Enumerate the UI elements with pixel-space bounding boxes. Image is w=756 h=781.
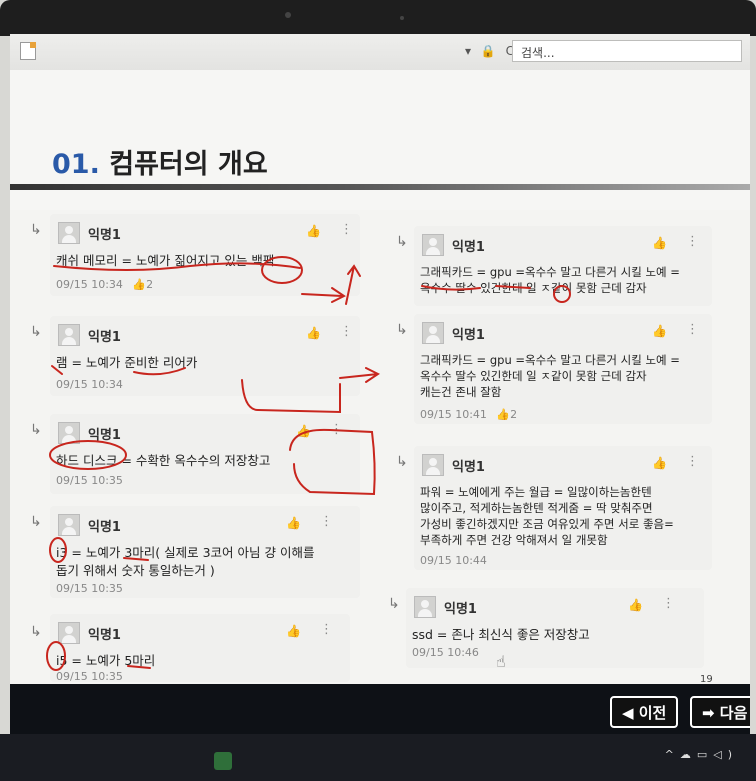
- comment-author: 익명1: [452, 460, 485, 475]
- comment-author: 익명1: [88, 520, 121, 535]
- more-vertical-icon[interactable]: ⋮: [320, 622, 333, 637]
- comment-body: i3 = 노예가 3마리( 실제로 3코어 아님 걍 이해를 돕기 위해서 숫자…: [56, 545, 315, 578]
- more-vertical-icon[interactable]: ⋮: [686, 234, 699, 249]
- comment-card: 익명1 👍 ⋮ i5 = 노예가 5마리 09/15 10:35: [50, 614, 350, 683]
- more-vertical-icon[interactable]: ⋮: [340, 222, 353, 237]
- comment-time: 09/15 10:41: [420, 408, 487, 421]
- comment-body: ssd = 존나 최신식 좋은 저장창고: [412, 627, 590, 642]
- comment-author: 익명1: [88, 628, 121, 643]
- system-tray-icons[interactable]: ^☁▭◁): [665, 748, 738, 761]
- more-vertical-icon[interactable]: ⋮: [686, 322, 699, 337]
- avatar: [422, 234, 444, 256]
- comment-body: 파워 = 노예에게 주는 월급 = 일많이하는놈한텐 많이주고, 적게하는놈한텐…: [420, 485, 674, 547]
- slide-navigation-bar: ◀ 이전 ➡ 다음: [10, 684, 750, 734]
- like-count: 2: [510, 408, 518, 421]
- comment-author: 익명1: [452, 240, 485, 255]
- comment-card: 익명1 👍 ⋮ 파워 = 노예에게 주는 월급 = 일많이하는놈한텐 많이주고,…: [414, 446, 712, 570]
- comment-body: 그래픽카드 = gpu =옥수수 말고 다른거 시킬 노예 = 옥수수 딸수 있…: [420, 353, 680, 399]
- more-vertical-icon[interactable]: ⋮: [330, 422, 343, 437]
- comment-time: 09/15 10:34: [56, 378, 123, 391]
- reply-arrow-icon: ↳: [30, 624, 42, 640]
- comment-time: 09/15 10:35: [56, 474, 123, 487]
- next-button[interactable]: ➡ 다음: [690, 696, 750, 728]
- comment-time: 09/15 10:44: [420, 554, 487, 567]
- thumbs-up-icon[interactable]: 👍: [296, 424, 311, 438]
- comment-card: 익명1 👍 ⋮ 램 = 노예가 준비한 리어카 09/15 10:34: [50, 316, 360, 396]
- prev-button[interactable]: ◀ 이전: [610, 696, 679, 728]
- comment-author: 익명1: [88, 228, 121, 243]
- more-vertical-icon[interactable]: ⋮: [662, 596, 675, 611]
- comment-time: 09/15 10:35: [56, 670, 123, 683]
- avatar: [58, 222, 80, 244]
- comment-card: 익명1 👍 ⋮ ssd = 존나 최신식 좋은 저장창고 09/15 10:46: [406, 588, 704, 668]
- comment-author: 익명1: [444, 602, 477, 617]
- reply-arrow-icon: ↳: [30, 222, 42, 238]
- comment-time: 09/15 10:35: [56, 582, 123, 595]
- reply-arrow-icon: ↳: [396, 454, 408, 470]
- bezel-dot: [285, 12, 291, 18]
- reply-arrow-icon: ↳: [30, 514, 42, 530]
- thumbs-up-icon[interactable]: 👍: [306, 326, 321, 340]
- avatar: [422, 454, 444, 476]
- like-count-icon[interactable]: 👍: [496, 408, 510, 421]
- page-icon[interactable]: [20, 42, 36, 60]
- comment-body: 하드 디스크 = 수확한 옥수수의 저장창고: [56, 453, 271, 468]
- comment-card: 익명1 👍 ⋮ 그래픽카드 = gpu =옥수수 말고 다른거 시킬 노예 = …: [414, 314, 712, 424]
- slide-title: 01. 컴퓨터의 개요: [52, 142, 268, 181]
- title-divider: [10, 184, 750, 190]
- comment-card: 익명1 👍 ⋮ 그래픽카드 = gpu =옥수수 말고 다른거 시킬 노예 = …: [414, 226, 712, 306]
- thumbs-up-icon[interactable]: 👍: [628, 598, 643, 612]
- more-vertical-icon[interactable]: ⋮: [340, 324, 353, 339]
- like-count: 2: [146, 278, 154, 291]
- bezel-dot: [400, 16, 404, 20]
- comment-card: 익명1 👍 ⋮ 캐쉬 메모리 = 노예가 짊어지고 있는 백팩 09/15 10…: [50, 214, 360, 296]
- thumbs-up-icon[interactable]: 👍: [652, 324, 667, 338]
- avatar: [422, 322, 444, 344]
- taskbar: ^☁▭◁): [0, 734, 756, 781]
- screen: ▾ 🔒 C 검색... 01. 컴퓨터의 개요 ↳ 익명1 👍 ⋮ 캐쉬 메모리…: [10, 34, 750, 734]
- reply-arrow-icon: ↳: [396, 234, 408, 250]
- comment-card: 익명1 👍 ⋮ 하드 디스크 = 수확한 옥수수의 저장창고 09/15 10:…: [50, 414, 360, 494]
- avatar: [58, 514, 80, 536]
- avatar: [58, 324, 80, 346]
- thumbs-up-icon[interactable]: 👍: [286, 516, 301, 530]
- comment-body: 캐쉬 메모리 = 노예가 짊어지고 있는 백팩: [56, 253, 275, 268]
- comment-meta: 09/15 10:41 👍2: [420, 408, 517, 421]
- comment-time: 09/15 10:34: [56, 278, 123, 291]
- comment-author: 익명1: [88, 330, 121, 345]
- avatar: [58, 622, 80, 644]
- comment-body: 램 = 노예가 준비한 리어카: [56, 355, 198, 370]
- reply-arrow-icon: ↳: [30, 422, 42, 438]
- comment-meta: 09/15 10:34 👍2: [56, 278, 153, 291]
- slide-title-text: 컴퓨터의 개요: [109, 149, 268, 180]
- thumbs-up-icon[interactable]: 👍: [306, 224, 321, 238]
- avatar: [58, 422, 80, 444]
- taskbar-app-icon[interactable]: [214, 752, 232, 770]
- search-input[interactable]: 검색...: [512, 40, 742, 62]
- like-count-icon[interactable]: 👍: [132, 278, 146, 291]
- monitor-bezel: [0, 0, 756, 36]
- address-bar-icons[interactable]: ▾ 🔒 C: [465, 44, 517, 58]
- more-vertical-icon[interactable]: ⋮: [686, 454, 699, 469]
- more-vertical-icon[interactable]: ⋮: [320, 514, 333, 529]
- hand-cursor-icon: ☝: [496, 652, 506, 671]
- reply-arrow-icon: ↳: [388, 596, 400, 612]
- browser-toolbar: ▾ 🔒 C 검색...: [10, 34, 750, 71]
- comment-author: 익명1: [88, 428, 121, 443]
- comment-body: 그래픽카드 = gpu =옥수수 말고 다른거 시킬 노예 = 옥수수 딸수 있…: [420, 265, 680, 295]
- avatar: [414, 596, 436, 618]
- comment-time: 09/15 10:46: [412, 646, 479, 659]
- slide-number: 01.: [52, 149, 100, 180]
- comment-card: 익명1 👍 ⋮ i3 = 노예가 3마리( 실제로 3코어 아님 걍 이해를 돕…: [50, 506, 360, 598]
- thumbs-up-icon[interactable]: 👍: [652, 456, 667, 470]
- reply-arrow-icon: ↳: [30, 324, 42, 340]
- thumbs-up-icon[interactable]: 👍: [652, 236, 667, 250]
- comment-body: i5 = 노예가 5마리: [56, 653, 156, 668]
- thumbs-up-icon[interactable]: 👍: [286, 624, 301, 638]
- comment-author: 익명1: [452, 328, 485, 343]
- reply-arrow-icon: ↳: [396, 322, 408, 338]
